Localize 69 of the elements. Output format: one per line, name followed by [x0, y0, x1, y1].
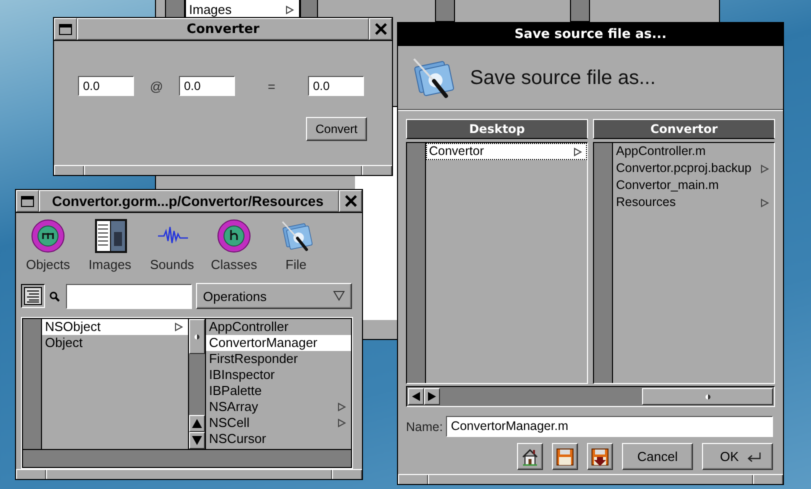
home-icon — [520, 446, 540, 466]
right-arrow-icon — [427, 391, 437, 402]
miniaturize-button[interactable] — [16, 190, 39, 212]
dimple-icon — [704, 394, 710, 400]
list-item[interactable]: AppController — [206, 319, 351, 335]
classes-icon — [216, 218, 252, 254]
objects-icon — [30, 218, 66, 254]
scroll-up-button[interactable] — [189, 415, 205, 432]
cancel-button[interactable]: Cancel — [622, 443, 693, 470]
scroll-left-button[interactable] — [408, 388, 424, 405]
down-arrow-icon — [191, 435, 203, 446]
floppy-button[interactable] — [552, 443, 578, 470]
search-icon — [49, 290, 60, 302]
list-item[interactable]: IBInspector — [206, 367, 351, 383]
floppy-arrow-button[interactable] — [587, 443, 613, 470]
dropdown-arrow-icon — [333, 290, 345, 302]
view-button[interactable]: Objects — [23, 218, 73, 283]
list-icon — [24, 287, 42, 305]
column-header: Convertor — [593, 119, 775, 139]
number-field[interactable]: 0.0 — [179, 76, 235, 96]
floppy-icon — [555, 446, 575, 466]
list-item[interactable]: AppController.m — [613, 143, 774, 160]
horizontal-scroller[interactable] — [406, 386, 775, 407]
dimple-icon — [194, 334, 200, 340]
name-label: Name: — [406, 420, 443, 434]
search-field[interactable] — [66, 284, 192, 308]
operator-label: @ — [148, 78, 164, 94]
list-item[interactable]: FirstResponder — [206, 351, 351, 367]
list-item[interactable]: ConvertorManager — [206, 335, 351, 351]
miniaturize-button[interactable] — [54, 18, 77, 40]
operations-popup[interactable]: Operations — [196, 283, 352, 309]
view-button[interactable]: Images — [85, 218, 135, 283]
view-button[interactable]: Classes — [209, 218, 259, 283]
number-field[interactable]: 0.0 — [308, 76, 364, 96]
list-item[interactable]: IBPalette — [206, 383, 351, 399]
ok-button[interactable]: OK — [702, 443, 773, 470]
up-arrow-icon — [191, 418, 203, 429]
name-field[interactable]: ConvertorManager.m — [446, 416, 773, 437]
window-title: Converter — [77, 18, 369, 40]
list-view-button[interactable] — [21, 284, 45, 308]
list-item[interactable]: Convertor — [426, 143, 587, 160]
scroll-knob[interactable] — [189, 319, 205, 354]
convert-button[interactable]: Convert — [306, 117, 367, 141]
list-item[interactable]: NSCursor — [206, 431, 351, 447]
home-button[interactable] — [517, 443, 543, 470]
operator-label: = — [266, 78, 276, 94]
list-item[interactable]: Images — [186, 2, 299, 17]
list-item[interactable]: Convertor.pcproj.backup — [613, 160, 774, 177]
close-button[interactable] — [369, 18, 392, 40]
list-item[interactable]: NSCell — [206, 415, 351, 431]
return-key-icon — [746, 450, 762, 462]
window-title: Convertor.gorm...p/Convertor/Resources — [39, 190, 339, 212]
close-button[interactable] — [339, 190, 362, 212]
scroll-knob[interactable] — [642, 388, 773, 405]
number-field[interactable]: 0.0 — [78, 76, 134, 96]
scroll-down-button[interactable] — [189, 432, 205, 449]
panel-heading: Save source file as... — [470, 66, 656, 90]
window-title: Save source file as... — [398, 23, 783, 45]
list-item[interactable]: NSObject — [42, 319, 188, 335]
list-item[interactable]: Resources — [613, 194, 774, 211]
column-header: Desktop — [406, 119, 588, 139]
view-button[interactable]: Sounds — [147, 218, 197, 283]
scroll-right-button[interactable] — [424, 388, 440, 405]
images-icon — [92, 218, 128, 254]
list-item[interactable]: NSArray — [206, 399, 351, 415]
list-item[interactable]: Object — [42, 335, 188, 351]
left-arrow-icon — [411, 391, 421, 402]
list-item[interactable]: Convertor_main.m — [613, 177, 774, 194]
view-button[interactable]: File — [271, 218, 321, 283]
